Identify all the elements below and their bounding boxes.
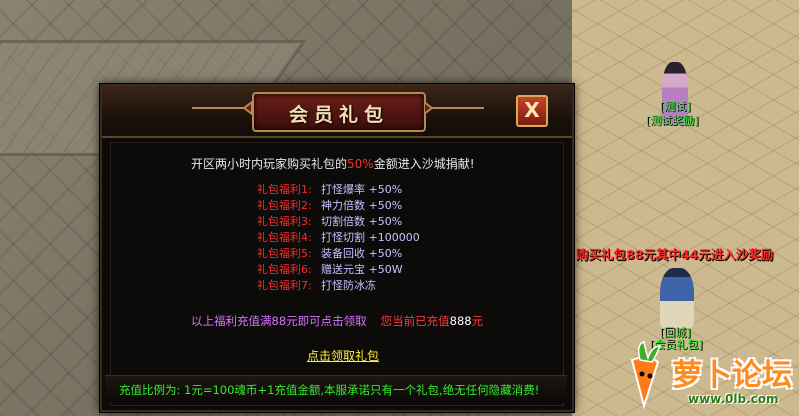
watermark-url: www.0lb.com xyxy=(688,392,779,406)
benefit-value: 打怪爆率 +50% xyxy=(321,183,403,196)
intro-before: 开区两小时内玩家购买礼包的 xyxy=(191,157,348,171)
benefit-row: 礼包福利5: 装备回收 +50% xyxy=(257,245,420,261)
benefit-row: 礼包福利3: 切割倍数 +50% xyxy=(257,213,420,229)
claim-gift-link[interactable]: 点击领取礼包 xyxy=(307,347,379,364)
npc-name-line2: [测试奖励] xyxy=(646,114,699,127)
benefit-row: 礼包福利7: 打怪防冰冻 xyxy=(257,277,420,293)
benefit-value: 打怪防冰冻 xyxy=(321,279,376,292)
recharge-notice: 以上福利充值满88元即可点击领取 您当前已充值888元 xyxy=(191,313,483,329)
benefit-row: 礼包福利4: 打怪切割 +100000 xyxy=(257,229,420,245)
promo-text: 购买礼包88元其中44元进入沙奖励 xyxy=(576,247,774,262)
dialog-title: 会员礼包 xyxy=(288,104,389,126)
ornament-right-icon xyxy=(424,100,484,116)
notice-right-label: 您当前已充值 xyxy=(380,314,450,328)
intro-text: 开区两小时内玩家购买礼包的50%金额进入沙城捐献! xyxy=(191,155,475,172)
benefits-list: 礼包福利1: 打怪爆率 +50% 礼包福利2: 神力倍数 +50% 礼包福利3: 切割… xyxy=(257,181,420,293)
benefit-label: 礼包福利3: xyxy=(257,215,312,228)
benefit-label: 礼包福利4: xyxy=(257,231,312,244)
benefit-value: 赠送元宝 +50W xyxy=(321,263,403,276)
title-plate: 会员礼包 xyxy=(252,92,426,132)
notice-amount: 888 xyxy=(449,314,472,328)
close-button[interactable]: X xyxy=(516,95,548,127)
benefit-value: 切割倍数 +50% xyxy=(321,215,403,228)
intro-highlight: 50% xyxy=(347,157,374,171)
benefit-label: 礼包福利2: xyxy=(257,199,312,212)
npc-figure xyxy=(660,268,694,328)
notice-left: 以上福利充值满88元即可点击领取 xyxy=(191,314,367,328)
member-gift-dialog: 会员礼包 X 开区两小时内玩家购买礼包的50%金额进入沙城捐献! 礼包福利1: 打… xyxy=(100,84,574,412)
carrot-icon xyxy=(630,341,662,410)
ornament-left-icon xyxy=(192,100,252,116)
benefit-label: 礼包福利1: xyxy=(257,183,312,196)
benefit-label: 礼包福利5: xyxy=(257,247,312,260)
forum-watermark: 萝卜论坛 www.0lb.com xyxy=(618,338,796,412)
benefit-row: 礼包福利2: 神力倍数 +50% xyxy=(257,197,420,213)
npc-name-line1: [测试] xyxy=(660,100,691,113)
benefit-row: 礼包福利6: 赠送元宝 +50W xyxy=(257,261,420,277)
benefit-value: 神力倍数 +50% xyxy=(321,199,403,212)
notice-unit: 元 xyxy=(471,314,484,328)
intro-after: 金额进入沙城捐献! xyxy=(373,157,475,171)
ratio-text: 充值比例为: 1元=100魂币+1充值金额,本服承诺只有一个礼包,绝无任何隐藏消… xyxy=(119,383,540,397)
watermark-name: 萝卜论坛 xyxy=(672,358,792,393)
benefit-row: 礼包福利1: 打怪爆率 +50% xyxy=(257,181,420,197)
npc-test-reward[interactable]: [测试] [测试奖励] xyxy=(640,48,710,164)
dialog-header: 会员礼包 X xyxy=(102,86,572,138)
benefit-value: 打怪切割 +100000 xyxy=(321,231,420,244)
benefit-value: 装备回收 +50% xyxy=(321,247,403,260)
dialog-body: 开区两小时内玩家购买礼包的50%金额进入沙城捐献! 礼包福利1: 打怪爆率 +50… xyxy=(105,142,567,406)
ratio-bar: 充值比例为: 1元=100魂币+1充值金额,本服承诺只有一个礼包,绝无任何隐藏消… xyxy=(105,375,567,402)
benefit-label: 礼包福利7: xyxy=(257,279,312,292)
benefit-label: 礼包福利6: xyxy=(257,263,312,276)
